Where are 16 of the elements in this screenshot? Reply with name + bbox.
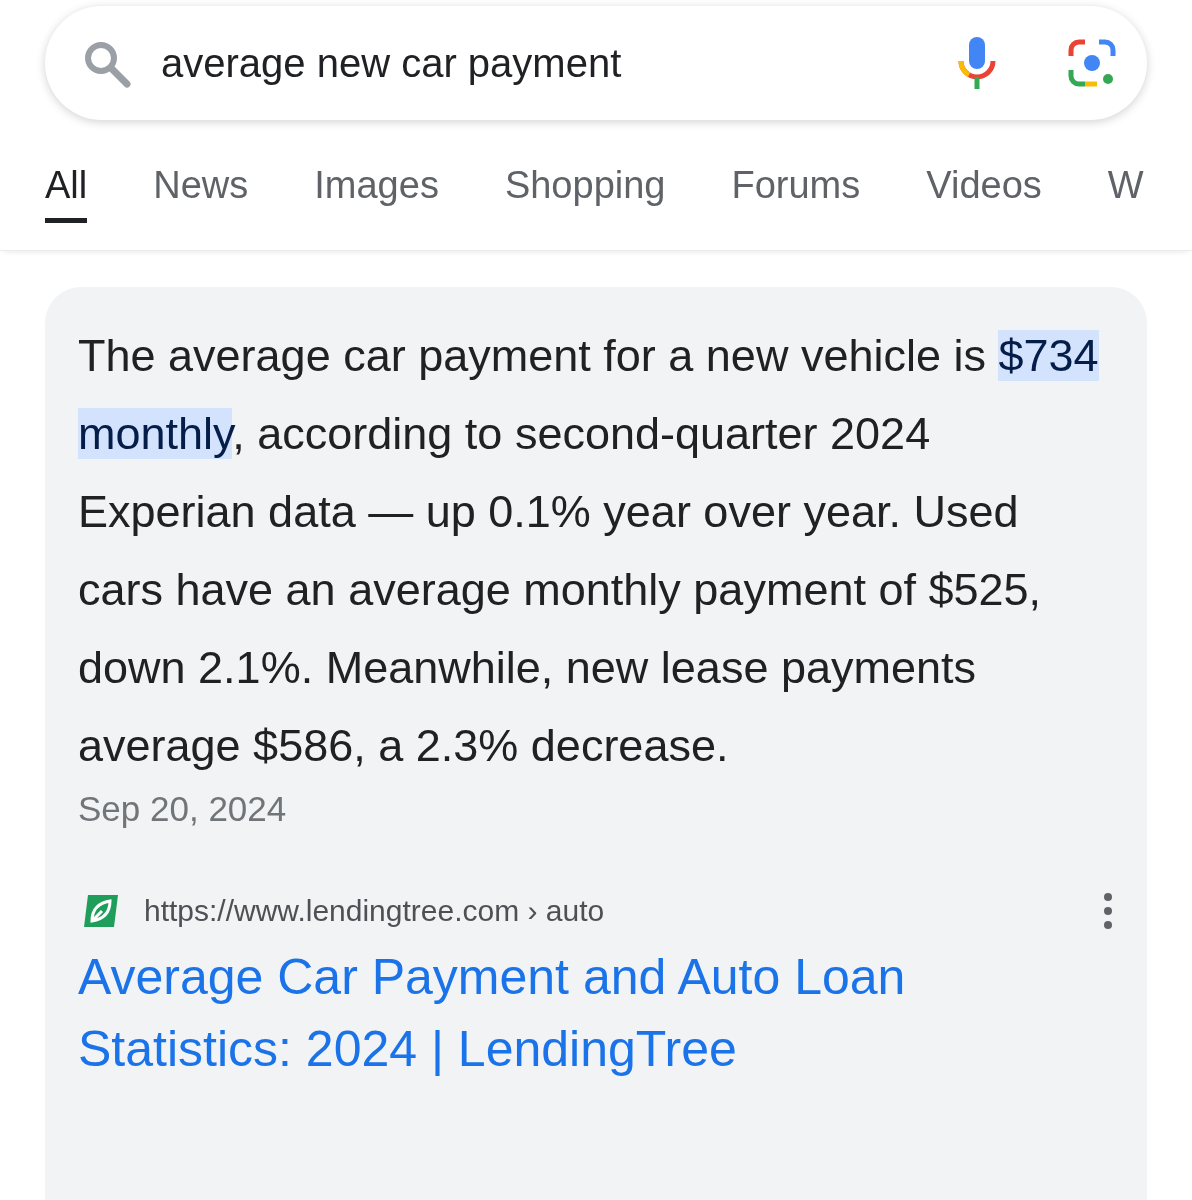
tab[interactable]: Shopping xyxy=(504,164,666,223)
more-options-icon[interactable] xyxy=(1102,891,1114,931)
tab[interactable]: Videos xyxy=(926,164,1042,223)
source-url[interactable]: https://www.lendingtree.com › auto xyxy=(144,894,1080,928)
tab[interactable]: All xyxy=(45,164,88,223)
search-query[interactable]: average new car payment xyxy=(161,40,927,86)
answer-date: Sep 20, 2024 xyxy=(78,789,288,829)
microphone-icon[interactable] xyxy=(957,35,997,91)
result-title-link[interactable]: Average Car Payment and Auto Loan Statistics: 2024 | LendingTree xyxy=(78,941,1114,1085)
tab[interactable]: News xyxy=(153,164,249,223)
answer-text: The average car payment for a new vehicle is $734 monthly, according to second-quarter 2024 Experian data — up 0.1% year over year. Used cars have an average monthly payment of $525, down 2.1%. Meanwhile, new lease payments average $586, a 2.3% decrease. xyxy=(78,329,1100,773)
tab[interactable]: Images xyxy=(314,164,439,223)
tab[interactable]: W xyxy=(1107,164,1144,223)
search-bar[interactable]: average new car payment xyxy=(45,6,1147,120)
tab[interactable]: Forums xyxy=(731,164,861,223)
camera-lens-icon[interactable] xyxy=(1067,38,1117,88)
